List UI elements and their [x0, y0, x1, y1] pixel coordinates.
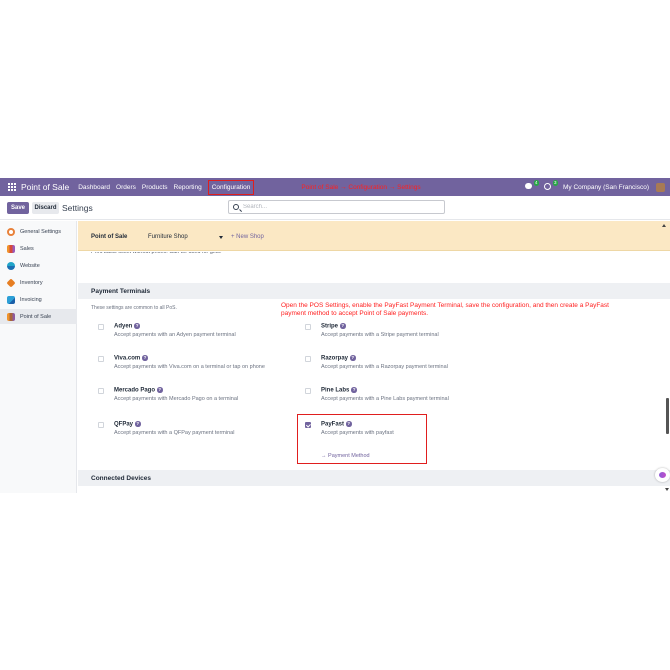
clipped-setting-text: Print basic ticket without prices. Can b… [91, 252, 222, 255]
setting-description: Accept payments with Mercado Pago on a t… [114, 396, 239, 402]
systray: 4 3 My Company (San Francisco) [525, 180, 665, 192]
setting-description: Accept payments with a Pine Labs payment… [321, 396, 449, 402]
setting-description: Accept payments with a Stripe payment te… [321, 332, 439, 338]
menu-dashboard[interactable]: Dashboard [78, 184, 110, 191]
top-navbar: Point of Sale Dashboard Orders Products … [0, 178, 670, 196]
razorpay-checkbox[interactable] [305, 356, 311, 362]
setting-description: Accept payments with Viva.com on a termi… [114, 364, 265, 370]
scroll-up-icon[interactable] [662, 224, 666, 227]
arrow-right-icon: → [321, 453, 329, 459]
section-connected-devices: Connected Devices [78, 470, 670, 486]
settings-content: Point of Sale Furniture Shop + New Shop … [78, 221, 670, 493]
sidebar-item-point-of-sale[interactable]: Point of Sale [0, 309, 77, 324]
save-button[interactable]: Save [7, 202, 29, 214]
help-icon[interactable]: ? [134, 323, 140, 329]
sidebar-item-label: Invoicing [20, 296, 42, 303]
general-settings-icon [7, 227, 15, 236]
help-icon[interactable]: ? [346, 421, 352, 427]
qfpay-checkbox[interactable] [98, 422, 104, 428]
pos-label: Point of Sale [91, 234, 128, 240]
help-icon[interactable]: ? [350, 355, 356, 361]
chevron-down-icon[interactable] [219, 236, 223, 239]
stripe-checkbox[interactable] [305, 324, 311, 330]
navigation-annotation: Point of Sale → Configuration → Settings [301, 183, 421, 191]
help-icon[interactable]: ? [142, 355, 148, 361]
new-shop-button[interactable]: + New Shop [231, 234, 264, 240]
setting-title: Viva.com? [114, 355, 148, 362]
search-icon [233, 204, 239, 210]
search-input[interactable] [243, 203, 438, 211]
discard-button[interactable]: Discard [32, 202, 59, 214]
messages-count-badge: 4 [533, 180, 540, 186]
menu-reporting[interactable]: Reporting [174, 184, 202, 191]
app-grid-icon[interactable] [8, 183, 16, 191]
company-switcher[interactable]: My Company (San Francisco) [563, 184, 649, 191]
invoicing-icon [7, 295, 15, 304]
section-description: These settings are common to all PoS. [91, 305, 177, 311]
pos-selector-bar: Point of Sale Furniture Shop + New Shop [78, 221, 670, 251]
viva-com-checkbox[interactable] [98, 356, 104, 362]
sidebar-item-label: Website [20, 262, 40, 269]
sidebar-item-inventory[interactable]: Inventory [0, 275, 77, 290]
setting-title: PayFast? [321, 421, 352, 428]
sidebar-item-invoicing[interactable]: Invoicing [0, 292, 77, 307]
setting-description: Accept payments with a QFPay payment ter… [114, 430, 235, 436]
pine-labs-checkbox[interactable] [305, 388, 311, 394]
help-icon[interactable]: ? [157, 387, 163, 393]
menu-configuration[interactable]: Configuration [207, 179, 255, 195]
setting-title: Stripe? [321, 323, 346, 330]
sidebar-item-label: Sales [20, 245, 34, 252]
inventory-icon [6, 277, 16, 288]
help-icon[interactable]: ? [135, 421, 141, 427]
sidebar-item-general-settings[interactable]: General Settings [0, 224, 77, 239]
adyen-checkbox[interactable] [98, 324, 104, 330]
breadcrumb: Settings [62, 203, 93, 213]
search-box[interactable] [228, 200, 445, 214]
activities-icon[interactable]: 3 [544, 180, 559, 191]
setting-title: Mercado Pago? [114, 387, 163, 394]
help-icon[interactable]: ? [340, 323, 346, 329]
settings-sidebar: General Settings Sales Website Inventory… [0, 221, 77, 493]
app-name[interactable]: Point of Sale [21, 182, 69, 192]
scroll-down-icon[interactable] [665, 488, 669, 491]
setting-description: Accept payments with payfast [321, 430, 394, 436]
sidebar-item-label: Inventory [20, 279, 43, 286]
menu-orders[interactable]: Orders [116, 184, 136, 191]
setting-description: Accept payments with an Adyen payment te… [114, 332, 236, 338]
payfast-checkbox[interactable] [305, 422, 311, 428]
mercado-pago-checkbox[interactable] [98, 388, 104, 394]
sidebar-item-sales[interactable]: Sales [0, 241, 77, 256]
shop-select[interactable]: Furniture Shop [148, 234, 226, 240]
messages-icon[interactable]: 4 [525, 180, 540, 191]
activities-count-badge: 3 [552, 180, 559, 186]
instruction-annotation: Open the POS Settings, enable the PayFas… [281, 302, 609, 317]
setting-title: Razorpay? [321, 355, 356, 362]
payment-method-link[interactable]: → Payment Method [321, 453, 370, 459]
user-avatar[interactable] [656, 182, 665, 192]
setting-title: QFPay? [114, 421, 141, 428]
help-icon[interactable]: ? [351, 387, 357, 393]
menu-products[interactable]: Products [142, 184, 168, 191]
sidebar-item-label: Point of Sale [20, 313, 52, 320]
control-panel: Save Discard Settings [0, 196, 670, 220]
website-icon [7, 261, 15, 270]
odoo-app: Point of Sale Dashboard Orders Products … [0, 178, 670, 493]
vertical-scrollbar[interactable] [666, 398, 669, 434]
sidebar-item-label: General Settings [20, 228, 61, 235]
setting-title: Adyen? [114, 323, 140, 330]
sidebar-item-website[interactable]: Website [0, 258, 77, 273]
main-menu: Dashboard Orders Products Reporting Conf… [75, 179, 257, 195]
setting-description: Accept payments with a Razorpay payment … [321, 364, 448, 370]
sales-icon [7, 244, 15, 253]
point-of-sale-icon [7, 312, 15, 321]
section-payment-terminals: Payment Terminals [78, 283, 670, 299]
chat-bubble-icon[interactable] [655, 468, 670, 482]
setting-title: Pine Labs? [321, 387, 357, 394]
